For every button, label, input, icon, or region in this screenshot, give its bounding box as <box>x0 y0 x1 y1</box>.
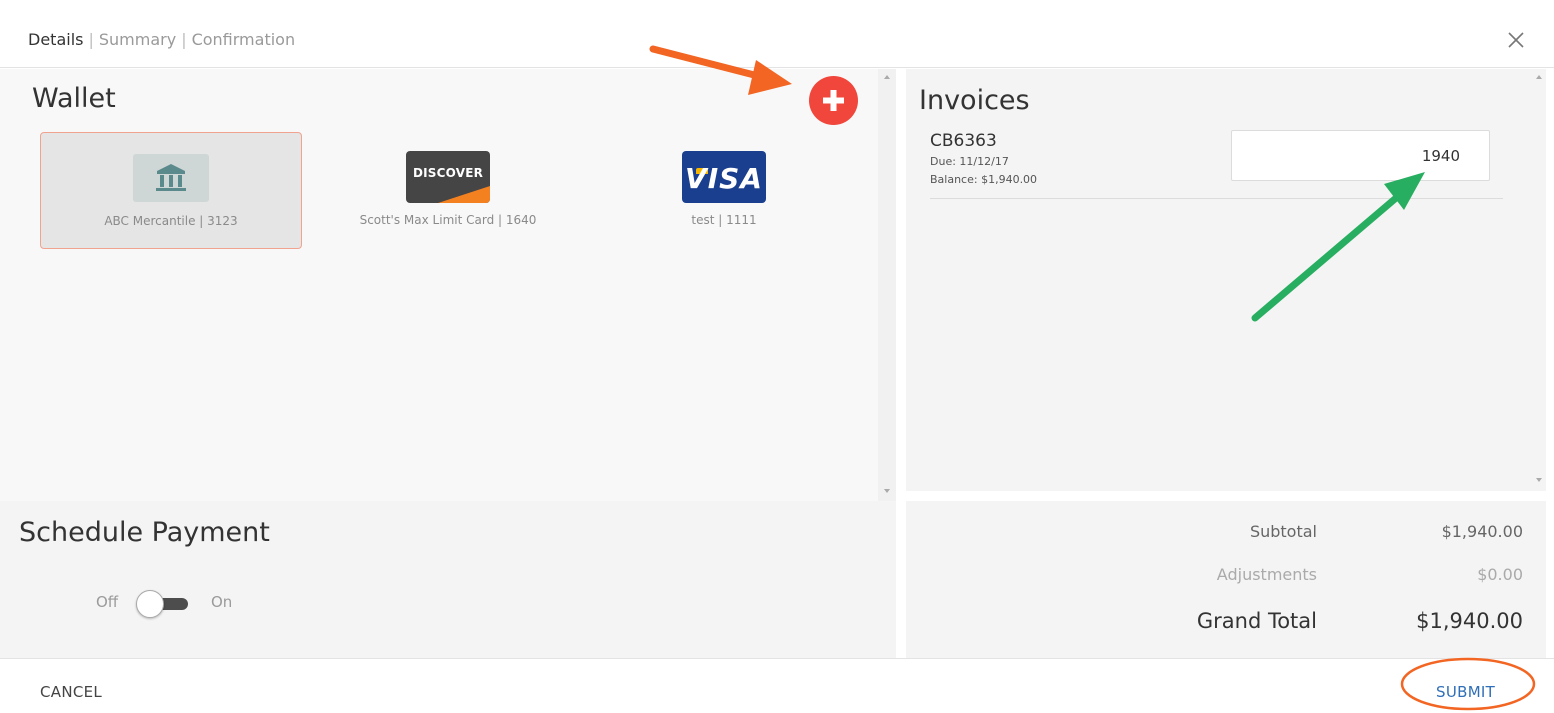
invoice-amount-input[interactable] <box>1231 130 1490 181</box>
wallet-card-visa[interactable]: VISA test | 1111 <box>593 132 855 249</box>
close-icon[interactable] <box>1503 27 1529 53</box>
invoices-title: Invoices <box>919 85 1030 116</box>
subtotal-label: Subtotal <box>1249 522 1317 541</box>
step-separator: | <box>181 30 187 49</box>
toggle-off-label: Off <box>96 593 119 611</box>
adjustments-label: Adjustments <box>1216 565 1317 584</box>
schedule-payment-toggle[interactable] <box>136 590 188 618</box>
discover-logo-icon: DISCOVER <box>406 151 490 203</box>
step-separator: | <box>88 30 94 49</box>
plus-icon <box>823 90 844 111</box>
wallet-card-label: Scott's Max Limit Card | 1640 <box>359 213 537 227</box>
toggle-knob[interactable] <box>136 590 164 618</box>
invoice-balance: Balance: $1,940.00 <box>930 173 1038 186</box>
toggle-on-label: On <box>211 593 233 611</box>
step-confirmation[interactable]: Confirmation <box>192 30 296 49</box>
cancel-button[interactable]: CANCEL <box>40 683 102 701</box>
grand-total-label: Grand Total <box>1196 609 1317 633</box>
invoice-due-date: Due: 11/12/17 <box>930 155 1009 168</box>
bank-icon <box>133 154 209 202</box>
adjustments-value: $0.00 <box>1477 565 1523 584</box>
invoices-scrollbar[interactable] <box>1532 69 1546 491</box>
submit-highlight-ring <box>1400 657 1536 711</box>
wallet-card-label: test | 1111 <box>691 213 757 227</box>
wallet-title: Wallet <box>32 83 116 114</box>
step-summary[interactable]: Summary <box>99 30 176 49</box>
wallet-card-discover[interactable]: DISCOVER Scott's Max Limit Card | 1640 <box>317 132 579 249</box>
grand-total-value: $1,940.00 <box>1416 609 1523 633</box>
visa-logo-icon: VISA <box>682 151 766 203</box>
step-details[interactable]: Details <box>28 30 83 49</box>
add-payment-method-button[interactable] <box>809 76 858 125</box>
invoice-divider <box>930 198 1503 199</box>
wallet-card-bank[interactable]: ABC Mercantile | 3123 <box>40 132 302 249</box>
wallet-card-label: ABC Mercantile | 3123 <box>104 214 238 228</box>
step-breadcrumb: Details | Summary | Confirmation <box>28 30 295 49</box>
wallet-scrollbar[interactable] <box>878 69 896 501</box>
schedule-title: Schedule Payment <box>19 517 270 548</box>
dialog-footer <box>0 658 1554 713</box>
invoice-id: CB6363 <box>930 131 997 151</box>
subtotal-value: $1,940.00 <box>1441 522 1523 541</box>
